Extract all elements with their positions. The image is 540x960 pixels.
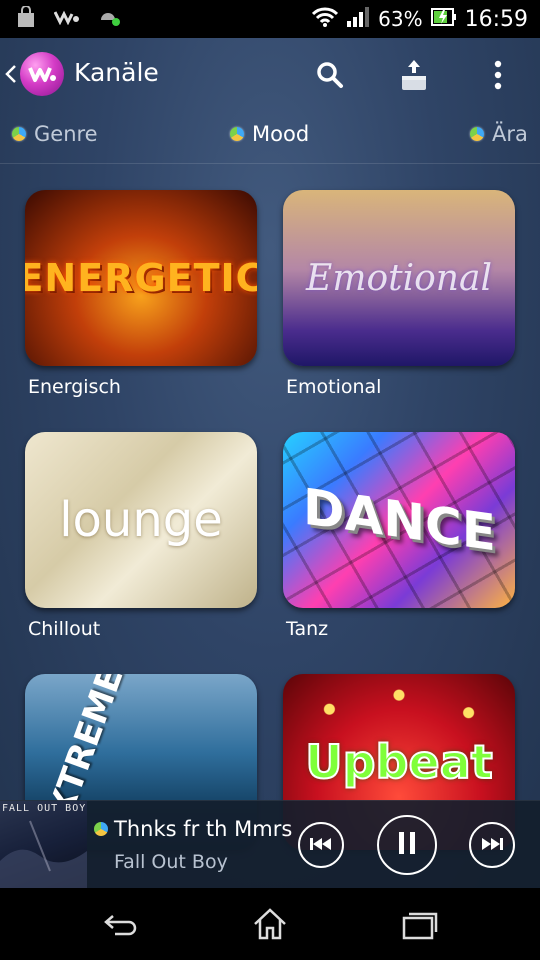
- channel-label: Chillout: [28, 618, 101, 640]
- navigation-bar: [0, 888, 540, 960]
- tile-art-text: Emotional: [306, 257, 492, 299]
- back-icon[interactable]: [103, 906, 139, 946]
- channel-label: Emotional: [286, 376, 382, 398]
- tab-label: Genre: [34, 122, 98, 146]
- status-bar: 63% 16:59: [0, 0, 540, 38]
- battery-charging-icon: [430, 7, 457, 31]
- next-icon: [480, 836, 504, 855]
- channel-tile-energisch[interactable]: ENERGETIC: [25, 190, 257, 366]
- tab-genre[interactable]: Genre: [12, 122, 98, 146]
- search-icon[interactable]: [313, 58, 347, 92]
- previous-button[interactable]: [298, 822, 344, 868]
- channel-label: Energisch: [28, 376, 121, 398]
- artist-name: Fall Out Boy: [114, 851, 228, 873]
- category-tabs: Genre Mood Ära: [0, 110, 540, 164]
- walkman-logo[interactable]: [20, 52, 64, 96]
- clock: 16:59: [464, 6, 528, 32]
- back-chevron-icon[interactable]: [5, 64, 17, 88]
- tile-art-text: DANCE: [302, 477, 496, 563]
- tab-label: Ära: [492, 122, 528, 146]
- previous-icon: [309, 836, 333, 855]
- tab-label: Mood: [252, 122, 310, 146]
- signal-icon: [346, 6, 370, 32]
- tab-dot-icon: [470, 127, 484, 141]
- track-dot-icon: [94, 822, 108, 836]
- pause-button[interactable]: [377, 815, 437, 875]
- page-title: Kanäle: [74, 58, 159, 87]
- action-bar: Kanäle: [0, 38, 540, 110]
- next-button[interactable]: [469, 822, 515, 868]
- mini-player[interactable]: FALL OUT BOY Thnks fr th Mmrs Fall Out B…: [0, 800, 540, 889]
- album-cover[interactable]: FALL OUT BOY: [0, 801, 87, 889]
- tab-dot-icon: [230, 127, 244, 141]
- tile-art-text: ENERGETIC: [25, 256, 257, 300]
- overflow-menu-icon[interactable]: [481, 58, 515, 92]
- recent-apps-icon[interactable]: [401, 906, 439, 946]
- pause-icon: [398, 831, 416, 859]
- channel-tile-chillout[interactable]: lounge: [25, 432, 257, 608]
- tile-art-text: lounge: [59, 492, 223, 548]
- track-info: Thnks fr th Mmrs: [94, 817, 292, 841]
- app-content: Kanäle Genre Mood Ära ENERGETIC Energisc…: [0, 38, 540, 888]
- wifi-icon: [312, 6, 339, 32]
- channel-label: Tanz: [286, 618, 329, 640]
- tab-era[interactable]: Ära: [470, 122, 528, 146]
- channel-tile-emotional[interactable]: Emotional: [283, 190, 515, 366]
- android-status-icon: [98, 6, 122, 32]
- battery-percent: 63%: [378, 7, 423, 31]
- upload-icon[interactable]: [397, 58, 431, 92]
- tab-dot-icon: [12, 127, 26, 141]
- walkman-status-icon: [53, 9, 80, 29]
- channel-tile-tanz[interactable]: DANCE: [283, 432, 515, 608]
- home-icon[interactable]: [252, 906, 288, 946]
- track-title: Thnks fr th Mmrs: [114, 817, 293, 841]
- tab-mood[interactable]: Mood: [230, 122, 309, 146]
- shopping-bag-icon: [16, 5, 36, 32]
